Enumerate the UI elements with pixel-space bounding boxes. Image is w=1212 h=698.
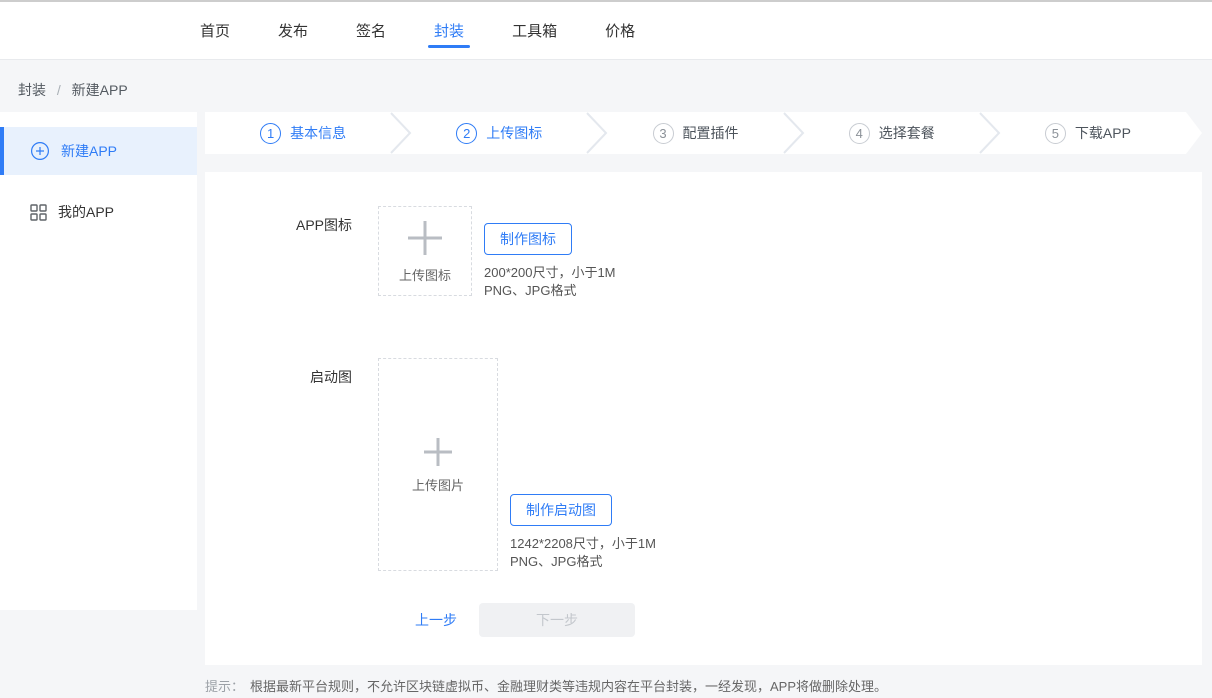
app-icon-upload-box[interactable]: 上传图标 <box>378 206 472 296</box>
splash-upload-box[interactable]: 上传图片 <box>378 358 498 571</box>
make-icon-button[interactable]: 制作图标 <box>484 223 572 255</box>
footer-notice-text: 根据最新平台规则，不允许区块链虚拟币、金融理财类等违规内容在平台封装，一经发现，… <box>250 679 887 694</box>
step-upload-icon: 2 上传图标 <box>401 112 597 154</box>
step-number: 3 <box>653 123 674 144</box>
upload-box-text: 上传图片 <box>412 475 464 494</box>
step-select-package: 4 选择套餐 <box>794 112 990 154</box>
app-icon-row: APP图标 上传图标 制作图标 200*200尺寸，小于1M PNG、JPG格式 <box>205 206 1202 300</box>
make-splash-button[interactable]: 制作启动图 <box>510 494 612 526</box>
grid-icon <box>30 204 47 221</box>
sidebar-item-label: 新建APP <box>61 141 117 161</box>
footer-notice: 提示： 根据最新平台规则，不允许区块链虚拟币、金融理财类等违规内容在平台封装，一经… <box>0 665 1212 695</box>
plus-circle-icon <box>30 141 50 161</box>
footer-notice-prefix: 提示： <box>205 679 244 694</box>
sidebar: 新建APP 我的APP <box>0 112 197 610</box>
app-icon-format-hint: PNG、JPG格式 <box>484 282 616 300</box>
nav-item-package[interactable]: 封装 <box>434 2 464 59</box>
splash-row: 启动图 上传图片 制作启动图 1242*2208尺寸，小于1M PNG、JPG格… <box>205 358 1202 571</box>
breadcrumb: 封装 / 新建APP <box>0 60 1212 112</box>
step-number: 1 <box>260 123 281 144</box>
app-icon-side: 制作图标 200*200尺寸，小于1M PNG、JPG格式 <box>484 206 616 300</box>
main-column: 1 基本信息 2 上传图标 3 配置插件 4 <box>205 112 1202 665</box>
plus-icon <box>422 436 454 468</box>
nav-item-publish[interactable]: 发布 <box>278 2 308 59</box>
top-nav: 首页 发布 签名 封装 工具箱 价格 <box>0 2 1212 60</box>
step-separator-chevron-icon <box>586 112 608 154</box>
step-label: 基本信息 <box>290 123 346 143</box>
next-step-button[interactable]: 下一步 <box>479 603 635 637</box>
upload-form-panel: APP图标 上传图标 制作图标 200*200尺寸，小于1M PNG、JPG格式… <box>205 172 1202 665</box>
nav-item-sign[interactable]: 签名 <box>356 2 386 59</box>
app-icon-size-hint: 200*200尺寸，小于1M <box>484 264 616 282</box>
step-number: 5 <box>1045 123 1066 144</box>
step-number: 2 <box>456 123 477 144</box>
splash-label: 启动图 <box>205 358 352 387</box>
step-separator-chevron-icon <box>390 112 412 154</box>
step-wizard: 1 基本信息 2 上传图标 3 配置插件 4 <box>205 112 1186 154</box>
plus-icon <box>405 218 445 258</box>
step-config-plugins: 3 配置插件 <box>597 112 793 154</box>
sidebar-item-new-app[interactable]: 新建APP <box>0 127 197 175</box>
step-basic-info: 1 基本信息 <box>205 112 401 154</box>
splash-side: 制作启动图 1242*2208尺寸，小于1M PNG、JPG格式 <box>510 494 656 571</box>
step-label: 选择套餐 <box>879 123 935 143</box>
breadcrumb-separator: / <box>57 82 61 98</box>
prev-step-link[interactable]: 上一步 <box>415 610 457 630</box>
sidebar-item-label: 我的APP <box>58 202 114 222</box>
step-separator-chevron-icon <box>783 112 805 154</box>
app-icon-label: APP图标 <box>205 206 352 235</box>
step-label: 下载APP <box>1075 123 1131 143</box>
breadcrumb-section[interactable]: 封装 <box>18 82 46 98</box>
nav-item-toolbox[interactable]: 工具箱 <box>512 2 557 59</box>
breadcrumb-current: 新建APP <box>72 82 128 98</box>
step-label: 配置插件 <box>683 123 739 143</box>
splash-size-hint: 1242*2208尺寸，小于1M <box>510 535 656 553</box>
nav-item-home[interactable]: 首页 <box>200 2 230 59</box>
sidebar-item-my-app[interactable]: 我的APP <box>0 188 197 236</box>
step-label: 上传图标 <box>486 123 542 143</box>
step-number: 4 <box>849 123 870 144</box>
upload-box-text: 上传图标 <box>399 265 451 284</box>
content-layout: 新建APP 我的APP 1 基本信息 2 上传图标 <box>0 112 1212 665</box>
splash-format-hint: PNG、JPG格式 <box>510 553 656 571</box>
step-separator-chevron-icon <box>979 112 1001 154</box>
nav-item-price[interactable]: 价格 <box>605 2 635 59</box>
step-download-app: 5 下载APP <box>990 112 1186 154</box>
wizard-actions: 上一步 下一步 <box>415 603 1202 637</box>
